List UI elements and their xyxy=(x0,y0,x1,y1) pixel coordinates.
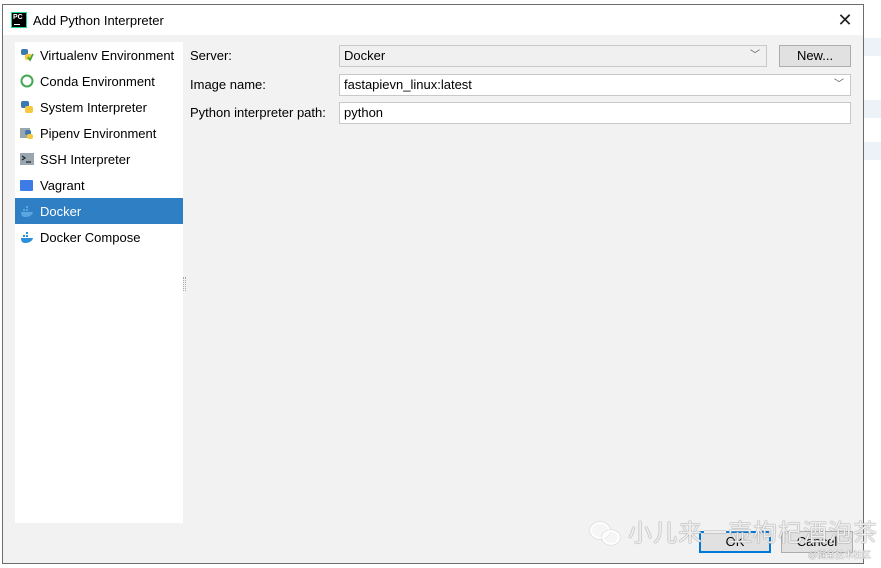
interpreter-type-list: Virtualenv Environment Conda Environment S… xyxy=(15,42,183,523)
background-row xyxy=(864,100,881,118)
sidebar-item-label: Vagrant xyxy=(40,177,85,193)
sidebar-item-label: System Interpreter xyxy=(40,99,147,115)
sidebar-item-label: SSH Interpreter xyxy=(40,151,131,167)
sidebar-item-vagrant[interactable]: Vagrant xyxy=(15,172,183,198)
terminal-icon xyxy=(20,152,34,166)
cancel-button[interactable]: Cancel xyxy=(781,531,853,553)
python-icon xyxy=(20,100,34,114)
background-row xyxy=(864,38,881,56)
add-python-interpreter-dialog: PC Add Python Interpreter ✕ Virtualenv E… xyxy=(2,4,864,564)
server-select[interactable]: Docker ﹀ xyxy=(339,45,767,67)
docker-icon xyxy=(20,204,34,218)
server-label: Server: xyxy=(190,48,232,63)
dialog-title: Add Python Interpreter xyxy=(33,12,164,28)
chevron-down-icon: ﹀ xyxy=(834,79,844,90)
background-row xyxy=(864,142,881,160)
interpreter-path-input[interactable]: python xyxy=(339,102,851,124)
docker-compose-icon xyxy=(20,230,34,244)
image-name-combo[interactable]: fastapievn_linux:latest ﹀ xyxy=(339,74,851,96)
sidebar-item-docker[interactable]: Docker xyxy=(15,198,183,224)
python-virtualenv-icon xyxy=(20,48,34,62)
sidebar-item-label: Conda Environment xyxy=(40,73,155,89)
interpreter-path-label: Python interpreter path: xyxy=(190,105,326,120)
ok-button[interactable]: OK xyxy=(699,531,771,553)
new-server-button[interactable]: New... xyxy=(779,45,851,67)
server-value: Docker xyxy=(344,48,386,63)
splitter-handle[interactable] xyxy=(183,277,186,291)
sidebar-item-label: Pipenv Environment xyxy=(40,125,157,141)
image-name-value: fastapievn_linux:latest xyxy=(344,77,472,92)
sidebar-item-ssh-interpreter[interactable]: SSH Interpreter xyxy=(15,146,183,172)
pycharm-logo-icon: PC xyxy=(11,12,27,28)
chevron-down-icon: ﹀ xyxy=(750,50,760,61)
image-name-label: Image name: xyxy=(190,77,266,92)
title-bar: PC Add Python Interpreter ✕ xyxy=(3,5,863,35)
conda-ring-icon xyxy=(20,74,34,88)
sidebar-item-pipenv-environment[interactable]: Pipenv Environment xyxy=(15,120,183,146)
sidebar-item-label: Docker xyxy=(40,203,82,219)
pipenv-icon xyxy=(20,126,34,140)
sidebar-item-virtualenv-environment[interactable]: Virtualenv Environment xyxy=(15,42,183,68)
close-icon[interactable]: ✕ xyxy=(835,10,855,30)
sidebar-item-system-interpreter[interactable]: System Interpreter xyxy=(15,94,183,120)
sidebar-item-conda-environment[interactable]: Conda Environment xyxy=(15,68,183,94)
sidebar-item-label: Docker Compose xyxy=(40,229,141,245)
sidebar-item-label: Virtualenv Environment xyxy=(40,47,175,63)
vagrant-icon xyxy=(20,178,34,192)
sidebar-item-docker-compose[interactable]: Docker Compose xyxy=(15,224,183,250)
